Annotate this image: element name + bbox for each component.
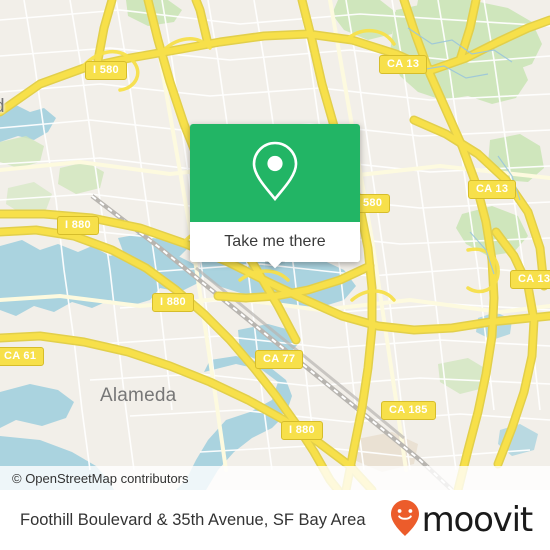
map-canvas[interactable]: d Alameda I 580 CA 13 CA 13 580 CA 13 I …: [0, 0, 550, 490]
highway-shield-i580-north[interactable]: I 580: [85, 61, 127, 80]
highway-shield-i880-west[interactable]: I 880: [57, 216, 99, 235]
moovit-wordmark: moovit: [421, 500, 534, 540]
location-pin-icon: [248, 138, 302, 209]
popup-pointer-tail: [265, 261, 285, 271]
highway-shield-ca13-southeast[interactable]: CA 13: [510, 270, 550, 289]
highway-shield-i880-south[interactable]: I 880: [281, 421, 323, 440]
map-attribution-bar: © OpenStreetMap contributors: [0, 466, 550, 490]
highway-shield-ca77[interactable]: CA 77: [255, 350, 304, 369]
take-me-there-button[interactable]: Take me there: [190, 222, 360, 262]
highway-shield-ca13-north[interactable]: CA 13: [379, 55, 428, 74]
moovit-pin-smiley-icon: [390, 499, 420, 542]
map-screenshot: d Alameda I 580 CA 13 CA 13 580 CA 13 I …: [0, 0, 550, 550]
location-title: Foothill Boulevard & 35th Avenue, SF Bay…: [20, 510, 366, 529]
highway-shield-ca185[interactable]: CA 185: [381, 401, 436, 420]
popup-header: [190, 124, 360, 222]
highway-shield-ca61[interactable]: CA 61: [0, 347, 45, 366]
city-label-alameda: Alameda: [100, 385, 177, 406]
moovit-logo[interactable]: moovit: [390, 499, 534, 542]
city-label-partial: d: [0, 96, 5, 118]
location-popup-card[interactable]: Take me there: [190, 124, 360, 262]
highway-shield-580-center[interactable]: 580: [355, 194, 391, 213]
highway-shield-i880-mid[interactable]: I 880: [152, 293, 194, 312]
footer-bar: Foothill Boulevard & 35th Avenue, SF Bay…: [0, 490, 550, 550]
highway-shield-ca13-east[interactable]: CA 13: [468, 180, 517, 199]
osm-attribution-text[interactable]: © OpenStreetMap contributors: [12, 471, 189, 486]
